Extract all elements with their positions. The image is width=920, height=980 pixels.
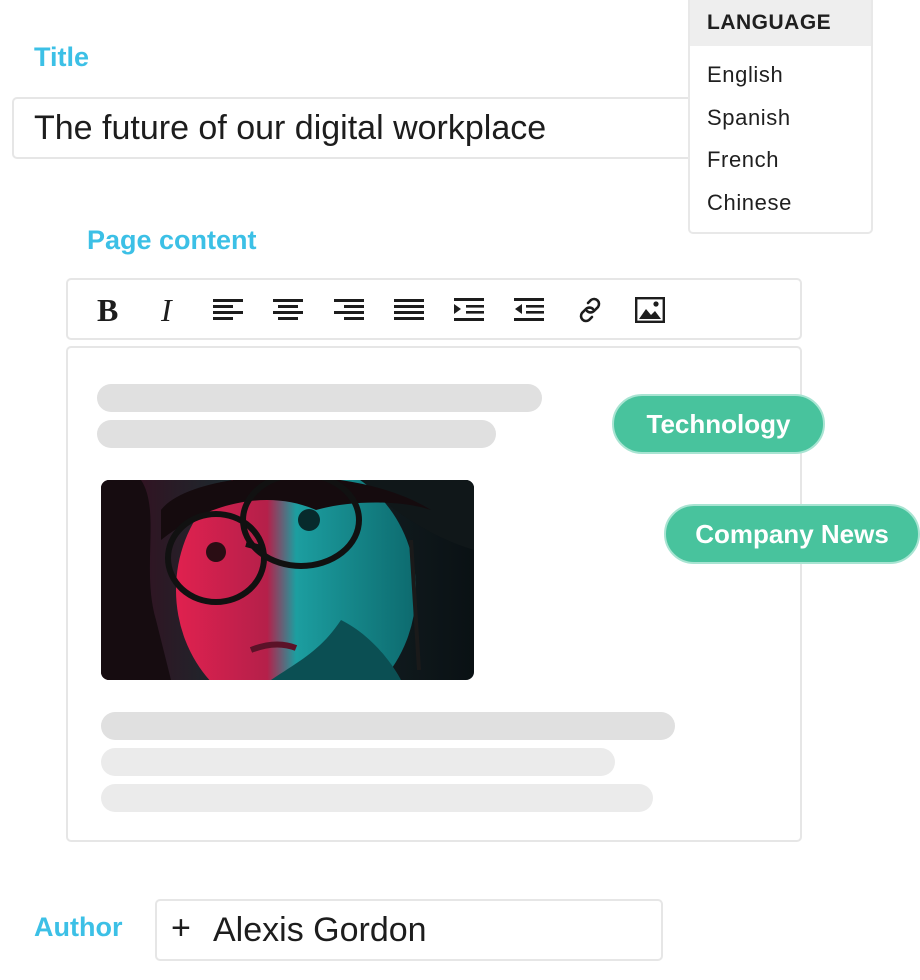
bold-button[interactable]: B	[89, 292, 127, 328]
justify-icon	[394, 299, 424, 320]
author-input-value: Alexis Gordon	[213, 911, 427, 949]
align-left-icon	[213, 299, 243, 320]
align-center-icon	[273, 299, 303, 320]
text-placeholder-line	[101, 748, 615, 776]
tag-company-news[interactable]: Company News	[664, 504, 920, 564]
justify-button[interactable]	[390, 292, 428, 328]
language-dropdown: LANGUAGE English Spanish French Chinese	[688, 0, 873, 234]
image-icon	[635, 297, 665, 323]
align-center-button[interactable]	[269, 292, 307, 328]
title-input[interactable]: The future of our digital workplace	[12, 97, 732, 159]
text-placeholder-line	[97, 420, 496, 448]
language-option-spanish[interactable]: Spanish	[690, 97, 871, 140]
language-option-chinese[interactable]: Chinese	[690, 182, 871, 225]
link-button[interactable]	[571, 292, 609, 328]
svg-text:I: I	[160, 295, 173, 325]
text-placeholder-line	[101, 784, 653, 812]
outdent-button[interactable]	[510, 292, 548, 328]
tag-technology[interactable]: Technology	[612, 394, 825, 454]
indent-button[interactable]	[450, 292, 488, 328]
indent-icon	[454, 298, 484, 321]
language-menu-header: LANGUAGE	[690, 0, 871, 46]
portrait-photo[interactable]	[101, 480, 474, 680]
author-label: Author	[34, 912, 123, 942]
image-button[interactable]	[631, 292, 669, 328]
language-option-french[interactable]: French	[690, 139, 871, 182]
italic-button[interactable]: I	[149, 292, 187, 328]
link-icon	[579, 297, 601, 323]
bold-icon: B	[97, 295, 118, 325]
add-author-icon[interactable]: +	[171, 909, 191, 948]
svg-text:B: B	[97, 295, 118, 325]
author-input[interactable]: + Alexis Gordon	[155, 899, 663, 961]
align-left-button[interactable]	[209, 292, 247, 328]
title-input-value: The future of our digital workplace	[34, 109, 547, 147]
text-placeholder-line	[101, 712, 675, 740]
page-content-label: Page content	[87, 225, 257, 255]
editor-toolbar: B I	[66, 278, 802, 340]
portrait-photo-image	[101, 480, 474, 680]
align-right-button[interactable]	[330, 292, 368, 328]
italic-icon: I	[160, 295, 173, 325]
text-placeholder-line	[97, 384, 542, 412]
align-right-icon	[334, 299, 364, 320]
outdent-icon	[514, 298, 544, 321]
title-label: Title	[34, 42, 90, 72]
language-option-english[interactable]: English	[690, 54, 871, 97]
